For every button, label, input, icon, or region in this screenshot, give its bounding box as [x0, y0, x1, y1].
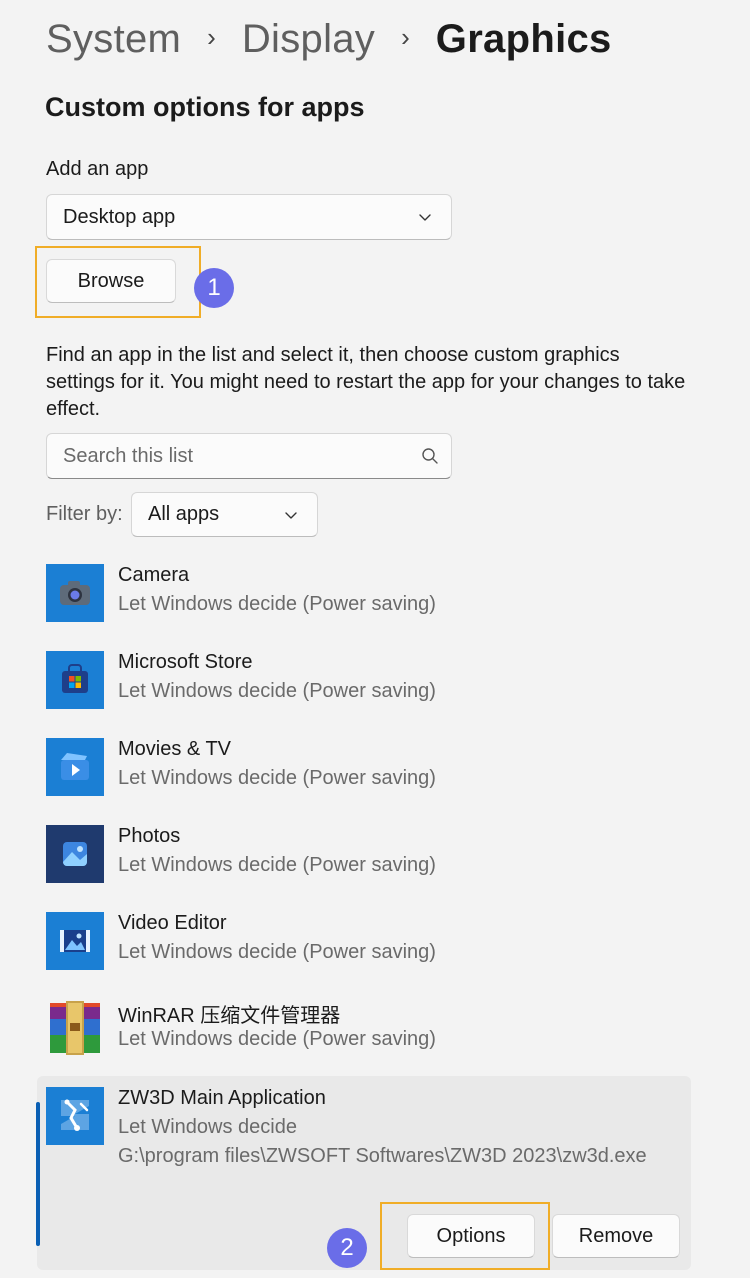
app-type-dropdown[interactable]: Desktop app [46, 194, 452, 240]
app-name: Movies & TV [118, 738, 231, 760]
filter-label: Filter by: [46, 503, 123, 525]
filter-selected: All apps [148, 503, 220, 525]
list-item[interactable]: Photos Let Windows decide (Power saving) [46, 825, 686, 895]
list-item-zw3d[interactable]: ZW3D Main Application Let Windows decide… [46, 1087, 686, 1197]
breadcrumb-graphics: Graphics [435, 16, 612, 61]
zw3d-icon [46, 1087, 104, 1145]
search-box[interactable] [46, 433, 452, 479]
movies-icon [46, 738, 104, 796]
chevron-right-icon: › [401, 21, 410, 52]
chevron-right-icon: › [207, 21, 216, 52]
video-editor-icon [46, 912, 104, 970]
store-icon [46, 651, 104, 709]
app-status: Let Windows decide (Power saving) [118, 1028, 436, 1050]
winrar-icon [46, 999, 104, 1057]
filter-dropdown[interactable]: All apps [131, 492, 318, 537]
app-path: G:\program files\ZWSOFT Softwares\ZW3D 2… [118, 1145, 647, 1167]
step-badge-2: 2 [327, 1228, 367, 1268]
camera-icon [46, 564, 104, 622]
app-name: Microsoft Store [118, 651, 253, 673]
app-name: Camera [118, 564, 190, 586]
chevron-down-icon [419, 214, 431, 221]
photos-icon [46, 825, 104, 883]
breadcrumb-system[interactable]: System [46, 17, 181, 62]
app-status: Let Windows decide (Power saving) [118, 854, 436, 876]
list-item[interactable]: WinRAR 压缩文件管理器 Let Windows decide (Power… [46, 999, 686, 1069]
chevron-down-icon [285, 511, 297, 519]
list-item[interactable]: Microsoft Store Let Windows decide (Powe… [46, 651, 686, 721]
app-name: ZW3D Main Application [118, 1087, 326, 1109]
options-button[interactable]: Options [407, 1214, 535, 1258]
remove-button[interactable]: Remove [552, 1214, 680, 1258]
app-name: Video Editor [118, 912, 227, 934]
list-item[interactable]: Movies & TV Let Windows decide (Power sa… [46, 738, 686, 808]
section-title: Custom options for apps [45, 92, 365, 122]
selection-indicator [36, 1102, 40, 1246]
browse-button[interactable]: Browse [46, 259, 176, 303]
app-name: WinRAR 压缩文件管理器 [118, 1005, 341, 1027]
list-item[interactable]: Video Editor Let Windows decide (Power s… [46, 912, 686, 982]
add-app-label: Add an app [46, 158, 149, 180]
breadcrumb: System › Display › Graphics [46, 14, 612, 64]
search-icon [422, 448, 438, 464]
search-input[interactable] [63, 444, 403, 468]
app-status: Let Windows decide (Power saving) [118, 941, 436, 963]
breadcrumb-display[interactable]: Display [242, 17, 375, 62]
step-badge-1: 1 [194, 268, 234, 308]
app-status: Let Windows decide (Power saving) [118, 767, 436, 789]
app-name: Photos [118, 825, 181, 847]
app-status: Let Windows decide [118, 1116, 297, 1138]
app-type-selected: Desktop app [63, 205, 176, 228]
app-status: Let Windows decide (Power saving) [118, 680, 436, 702]
list-item[interactable]: Camera Let Windows decide (Power saving) [46, 564, 686, 634]
app-status: Let Windows decide (Power saving) [118, 593, 436, 615]
instructions-text: Find an app in the list and select it, t… [46, 344, 686, 420]
